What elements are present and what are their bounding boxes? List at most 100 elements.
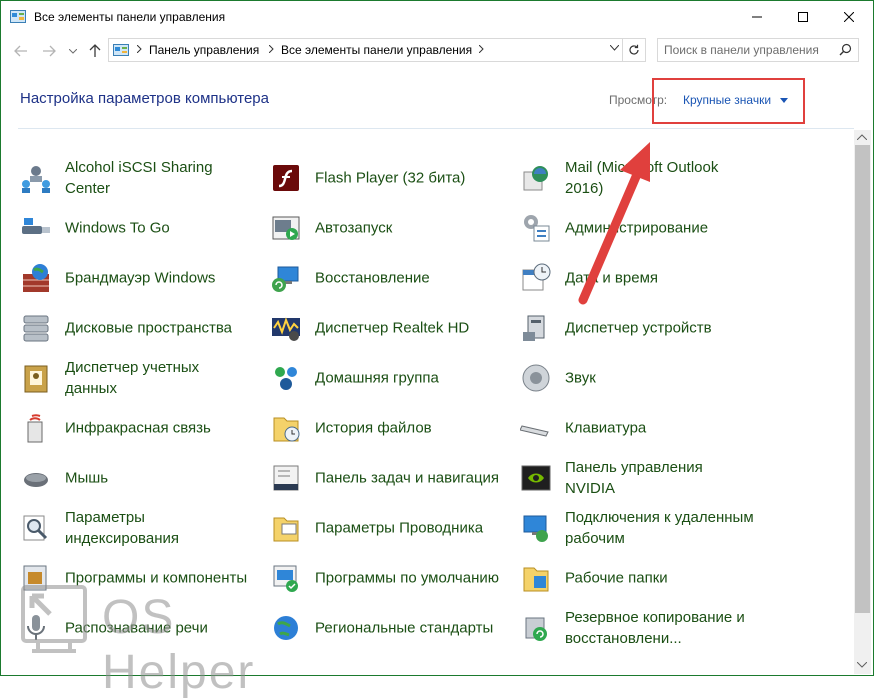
control-panel-item-label: Windows To Go [65,219,170,237]
control-panel-item-label: Восстановление [315,269,430,287]
address-dropdown-icon[interactable] [610,45,619,51]
control-panel-item-label: Резервное копирование и восстановлени... [565,609,745,647]
maximize-button[interactable] [780,0,826,34]
control-panel-item[interactable]: Брандмауэр Windows [20,256,260,300]
vertical-scrollbar[interactable] [854,130,871,674]
control-panel-item[interactable]: Подключения к удаленным рабочим [520,506,760,550]
breadcrumb-all-items[interactable]: Все элементы панели управления [281,43,472,57]
keyboard-icon [520,425,549,437]
control-panel-item-label: Программы по умолчанию [315,569,499,587]
control-panel-item[interactable]: Восстановление [270,256,510,300]
infrared-icon [27,414,43,443]
address-bar[interactable]: Панель управления Все элементы панели уп… [108,38,646,62]
control-panel-item[interactable]: История файлов [270,406,510,450]
control-panel-item[interactable]: Панель управления NVIDIA [520,456,760,500]
taskbar-icon [273,465,299,491]
control-panel-item-label: Дисковые пространства [65,319,233,337]
control-panel-item[interactable]: Администрирование [520,206,760,250]
recent-locations-button[interactable] [64,42,82,60]
control-panel-item[interactable]: Звук [520,356,760,400]
control-panel-item-label: Брандмауэр Windows [65,269,216,287]
realtek-audio-icon [272,317,300,341]
header-divider [18,128,854,129]
forward-button[interactable] [40,42,58,60]
admin-tools-icon [524,215,550,242]
control-panel-item-label: Параметры Проводника [315,519,484,537]
search-icon[interactable] [839,43,852,56]
control-panel-item-label: Рабочие папки [565,569,668,587]
search-box [657,38,859,62]
credential-manager-icon [24,365,48,393]
minimize-button[interactable] [734,0,780,34]
flash-player-icon [273,165,299,191]
search-input[interactable] [664,42,834,58]
control-panel-item[interactable]: Автозапуск [270,206,510,250]
control-panel-item-label: Региональные стандарты [315,619,494,637]
control-panel-item[interactable]: Диспетчер учетных данных [20,356,260,400]
maximize-icon [798,12,808,22]
control-panel-item-label: Мышь [65,469,109,487]
control-panel-item[interactable]: Клавиатура [520,406,760,450]
mail-icon [523,166,548,191]
close-button[interactable] [826,0,872,34]
control-panel-item[interactable]: Программы по умолчанию [270,556,510,600]
back-arrow-icon [14,45,27,57]
control-panel-item[interactable]: Windows To Go [20,206,260,250]
firewall-icon [23,264,49,292]
control-panel-item[interactable]: Параметры Проводника [270,506,510,550]
control-panel-item[interactable]: Alcohol iSCSI Sharing Center [20,156,260,200]
control-panel-item-label: Подключения к удаленным рабочим [565,509,754,547]
control-panel-item[interactable]: Панель задач и навигация [270,456,510,500]
control-panel-item[interactable]: Мышь [20,456,260,500]
control-panel-item[interactable]: Диспетчер устройств [520,306,760,350]
control-panel-item-label: Диспетчер учетных данных [65,359,200,397]
close-icon [844,12,854,22]
control-panel-item[interactable]: Параметры индексирования [20,506,260,550]
control-panel-item-label: Инфракрасная связь [65,419,211,437]
control-panel-item[interactable]: Инфракрасная связь [20,406,260,450]
control-panel-item-label: Alcohol iSCSI Sharing Center [65,159,213,197]
calendar-clock-icon [522,263,551,291]
default-programs-icon [273,565,298,592]
breadcrumb-control-panel[interactable]: Панель управления [149,43,259,57]
control-panel-item-label: Автозапуск [315,219,393,237]
control-panel-item-label: Администрирование [565,219,709,237]
back-button[interactable] [12,42,30,60]
control-panel-item-label: Mail (Microsoft Outlook 2016) [565,159,719,197]
scroll-up-icon[interactable] [857,134,867,140]
breadcrumb-separator-icon [269,45,274,53]
refresh-button[interactable] [622,39,645,61]
scroll-thumb[interactable] [855,145,870,613]
control-panel-item[interactable]: Диспетчер Realtek HD [270,306,510,350]
homegroup-icon [275,367,297,390]
control-panel-item[interactable]: Дисковые пространства [20,306,260,350]
microphone-icon [27,615,45,640]
control-panel-item[interactable]: Mail (Microsoft Outlook 2016) [520,156,760,200]
remote-desktop-icon [523,515,548,542]
file-history-icon [273,417,300,442]
up-button[interactable] [86,42,104,60]
control-panel-item[interactable]: Домашняя группа [270,356,510,400]
control-panel-item-label: Панель задач и навигация [315,469,500,487]
nvidia-icon [521,465,551,491]
control-panel-item[interactable]: Flash Player (32 бита) [270,156,510,200]
control-panel-item[interactable]: Программы и компоненты [20,556,260,600]
programs-icon [23,565,47,591]
storage-spaces-icon [23,315,49,342]
control-panel-item[interactable]: Рабочие папки [520,556,760,600]
usb-drive-icon [22,218,50,234]
control-panel-item[interactable]: Региональные стандарты [270,606,510,650]
control-panel-icon [113,44,129,56]
control-panel-item-label: Диспетчер Realtek HD [315,319,470,337]
indexing-icon [23,515,48,541]
work-folders-icon [523,567,549,592]
control-panel-item[interactable]: Дата и время [520,256,760,300]
control-panel-item[interactable]: Резервное копирование и восстановлени... [520,606,760,650]
annotation-highlight-box [652,78,805,124]
control-panel-item[interactable]: Распознавание речи [20,606,260,650]
control-panel-item-label: Flash Player (32 бита) [315,169,466,187]
scroll-down-icon[interactable] [857,662,867,668]
forward-arrow-icon [43,45,56,57]
region-icon [274,616,298,640]
control-panel-item-label: Программы и компоненты [65,569,248,587]
